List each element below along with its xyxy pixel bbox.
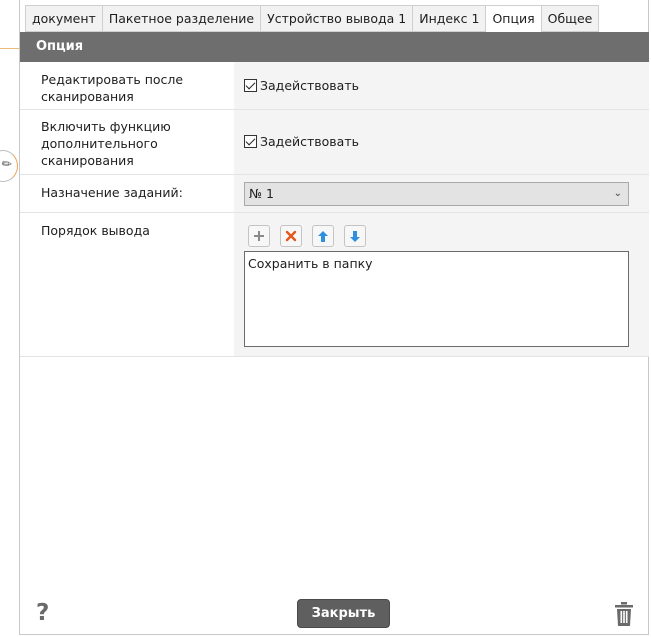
app-window: ✎ документ Пакетное разделение Устройств…	[0, 0, 651, 637]
edit-after-scan-label: Редактировать после сканирования	[41, 72, 184, 104]
tab-batch-separation[interactable]: Пакетное разделение	[101, 5, 261, 32]
tab-option[interactable]: Опция	[485, 5, 541, 33]
move-up-button[interactable]	[312, 225, 334, 247]
edit-after-scan-value: Задействовать	[234, 62, 649, 109]
output-order-value: Сохранить в папку	[234, 213, 649, 356]
section-title: Опция	[20, 32, 649, 62]
edit-after-scan-checkbox-label[interactable]: Задействовать	[260, 78, 359, 93]
output-order-list[interactable]: Сохранить в папку	[244, 251, 629, 347]
x-icon	[285, 230, 297, 242]
row-output-order: Порядок вывода Сохранить в папку	[20, 213, 649, 357]
row-edit-after-scan: Редактировать после сканирования Задейст…	[20, 62, 649, 110]
chevron-down-icon: ⌄	[613, 188, 622, 199]
background-divider	[0, 48, 19, 49]
additional-scan-toggle[interactable]: Задействовать	[244, 134, 359, 149]
additional-scan-checkbox-label[interactable]: Задействовать	[260, 134, 359, 149]
tab-output-device-1[interactable]: Устройство вывода 1	[260, 5, 413, 32]
job-assignment-select[interactable]: № 1 ⌄	[244, 182, 629, 206]
tab-document[interactable]: документ	[25, 5, 102, 32]
delete-output-button[interactable]	[280, 225, 302, 247]
background-widget: ✎	[0, 150, 18, 182]
tab-general[interactable]: Общее	[540, 5, 600, 32]
plus-icon	[254, 231, 264, 241]
options-table: Редактировать после сканирования Задейст…	[20, 62, 649, 357]
job-assignment-label: Назначение заданий:	[41, 185, 183, 200]
job-assignment-value: № 1 ⌄	[234, 175, 649, 212]
edit-after-scan-checkbox[interactable]	[244, 79, 257, 92]
add-output-button[interactable]	[248, 225, 270, 247]
arrow-up-icon	[318, 230, 328, 242]
additional-scan-checkbox[interactable]	[244, 135, 257, 148]
output-order-toolbar	[248, 225, 366, 247]
tab-index-1[interactable]: Индекс 1	[412, 5, 486, 32]
trash-icon[interactable]	[615, 602, 633, 626]
move-down-button[interactable]	[344, 225, 366, 247]
job-assignment-selected: № 1	[249, 186, 274, 201]
arrow-down-icon	[350, 230, 360, 242]
settings-dialog: документ Пакетное разделение Устройство …	[19, 0, 649, 635]
edit-after-scan-toggle[interactable]: Задействовать	[244, 78, 359, 93]
additional-scan-value: Задействовать	[234, 110, 649, 174]
row-additional-scan: Включить функцию дополнительного сканиро…	[20, 110, 649, 175]
tab-strip: документ Пакетное разделение Устройство …	[25, 5, 600, 33]
list-item[interactable]: Сохранить в папку	[245, 252, 628, 275]
help-icon[interactable]: ?	[36, 600, 49, 626]
additional-scan-label: Включить функцию дополнительного сканиро…	[41, 119, 171, 168]
row-job-assignment: Назначение заданий: № 1 ⌄	[20, 175, 649, 213]
output-order-label: Порядок вывода	[41, 223, 150, 238]
close-button[interactable]: Закрыть	[297, 599, 390, 628]
